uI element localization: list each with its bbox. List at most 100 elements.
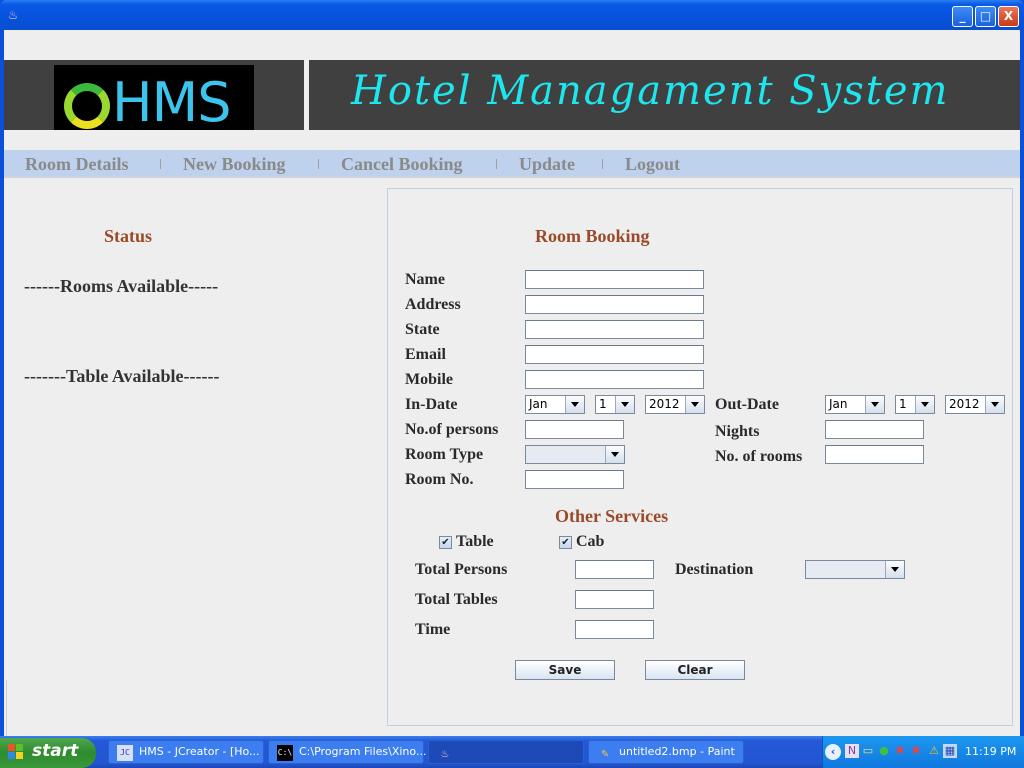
- room-booking-title: Room Booking: [535, 226, 650, 246]
- time-label: Time: [415, 621, 451, 638]
- menu-room-details[interactable]: Room Details: [25, 154, 128, 175]
- task-label: untitled2.bmp - Paint: [619, 745, 735, 758]
- logo-panel: HMS: [4, 60, 304, 130]
- in-date-month-select[interactable]: Jan: [525, 395, 585, 414]
- network-globe-icon[interactable]: ●: [877, 744, 891, 758]
- room-type-value: [526, 446, 605, 463]
- total-persons-label: Total Persons: [415, 561, 508, 578]
- chevron-down-icon[interactable]: [605, 446, 624, 463]
- persons-label: No.of persons: [405, 421, 499, 438]
- cab-checkbox-label[interactable]: Cab: [576, 533, 604, 551]
- nights-label: Nights: [715, 423, 760, 440]
- paint-icon: ✎: [601, 746, 609, 760]
- save-button[interactable]: Save: [515, 660, 615, 680]
- menu-update[interactable]: Update: [519, 154, 575, 175]
- room-type-select[interactable]: [525, 445, 625, 464]
- chevron-left-icon[interactable]: ‹: [825, 744, 841, 760]
- title-bar[interactable]: ♨ _ □ X: [0, 0, 1024, 30]
- in-date-day-select[interactable]: 1: [595, 395, 635, 414]
- taskbar-item-jcreator[interactable]: JC HMS - JCreator - [Ho...: [108, 740, 264, 764]
- taskbar-item-paint[interactable]: ✎ untitled2.bmp - Paint: [588, 740, 744, 764]
- in-date-year-select[interactable]: 2012: [645, 395, 705, 414]
- time-input[interactable]: [575, 620, 654, 639]
- panel-border: [6, 680, 7, 736]
- menu-new-booking[interactable]: New Booking: [183, 154, 286, 175]
- persons-input[interactable]: [525, 420, 624, 439]
- destination-select[interactable]: [805, 560, 905, 579]
- out-date-day-select[interactable]: 1: [895, 395, 935, 414]
- rooms-input[interactable]: [825, 445, 924, 464]
- minimize-button[interactable]: _: [952, 6, 973, 27]
- mobile-label: Mobile: [405, 371, 453, 388]
- display-icon[interactable]: ▦: [943, 744, 957, 758]
- clear-button[interactable]: Clear: [645, 660, 745, 680]
- out-date-year-select[interactable]: 2012: [945, 395, 1005, 414]
- jcreator-icon: JC: [117, 745, 133, 761]
- mobile-input[interactable]: [525, 370, 704, 389]
- room-type-label: Room Type: [405, 446, 484, 463]
- chevron-down-icon[interactable]: [985, 396, 1004, 413]
- taskbar-item-java-app[interactable]: ♨: [428, 740, 584, 764]
- nights-input[interactable]: [825, 420, 924, 439]
- chevron-down-icon[interactable]: [615, 396, 634, 413]
- menu-separator: [160, 159, 161, 169]
- taskbar: start JC HMS - JCreator - [Ho... C:\ C:\…: [0, 736, 1024, 768]
- chevron-down-icon[interactable]: [565, 396, 584, 413]
- client-area: HMS Hotel Managament System Room Details…: [4, 30, 1020, 736]
- table-checkbox-label[interactable]: Table: [456, 533, 494, 551]
- total-tables-label: Total Tables: [415, 591, 498, 608]
- address-label: Address: [405, 296, 461, 313]
- in-date-month-value: Jan: [526, 396, 565, 413]
- network-disconnected-icon[interactable]: ✖: [893, 744, 907, 758]
- app-title: Hotel Managament System: [351, 68, 950, 114]
- chevron-down-icon[interactable]: [865, 396, 884, 413]
- menu-separator: [318, 159, 319, 169]
- security-warning-icon[interactable]: ⚠: [927, 744, 941, 758]
- check-icon: ✔: [561, 537, 570, 548]
- maximize-button[interactable]: □: [975, 6, 996, 27]
- in-date-label: In-Date: [405, 396, 458, 413]
- cab-checkbox[interactable]: ✔: [559, 536, 572, 549]
- state-label: State: [405, 321, 440, 338]
- start-button[interactable]: start: [0, 738, 96, 768]
- other-services-title: Other Services: [555, 506, 669, 526]
- start-label: start: [32, 741, 79, 761]
- task-label: C:\Program Files\Xino...: [299, 745, 427, 758]
- chevron-down-icon[interactable]: [685, 396, 704, 413]
- menu-logout[interactable]: Logout: [625, 154, 680, 175]
- name-label: Name: [405, 271, 445, 288]
- chevron-down-icon[interactable]: [915, 396, 934, 413]
- java-icon: ♨: [441, 746, 449, 760]
- email-label: Email: [405, 346, 446, 363]
- destination-value: [806, 561, 885, 578]
- menu-cancel-booking[interactable]: Cancel Booking: [341, 154, 463, 175]
- onenote-icon[interactable]: N: [845, 744, 859, 758]
- taskbar-item-cmd[interactable]: C:\ C:\Program Files\Xino...: [268, 740, 427, 764]
- total-persons-input[interactable]: [575, 560, 654, 579]
- state-input[interactable]: [525, 320, 704, 339]
- out-date-label: Out-Date: [715, 396, 779, 413]
- application-window: ♨ _ □ X HMS Hotel Managament System Room…: [0, 0, 1024, 736]
- system-tray: ‹ N ▭ ● ✖ ✖ ⚠ ▦ 11:19 PM: [822, 736, 1024, 768]
- network-disconnected-icon[interactable]: ✖: [909, 744, 923, 758]
- total-tables-input[interactable]: [575, 590, 654, 609]
- in-date-year-value: 2012: [646, 396, 685, 413]
- ohms-logo: HMS: [54, 65, 254, 130]
- out-date-month-select[interactable]: Jan: [825, 395, 885, 414]
- close-button[interactable]: X: [998, 6, 1019, 27]
- clock: 11:19 PM: [965, 745, 1017, 758]
- menu-separator: [496, 159, 497, 169]
- email-input[interactable]: [525, 345, 704, 364]
- table-checkbox[interactable]: ✔: [439, 536, 452, 549]
- out-date-year-value: 2012: [946, 396, 985, 413]
- name-input[interactable]: [525, 270, 704, 289]
- address-input[interactable]: [525, 295, 704, 314]
- check-icon: ✔: [441, 537, 450, 548]
- table-available-label: -------Table Available------: [24, 366, 220, 386]
- status-title: Status: [104, 226, 153, 246]
- messenger-icon[interactable]: ▭: [861, 744, 875, 758]
- out-date-day-value: 1: [896, 396, 915, 413]
- chevron-down-icon[interactable]: [885, 561, 904, 578]
- room-no-input[interactable]: [525, 470, 624, 489]
- out-date-month-value: Jan: [826, 396, 865, 413]
